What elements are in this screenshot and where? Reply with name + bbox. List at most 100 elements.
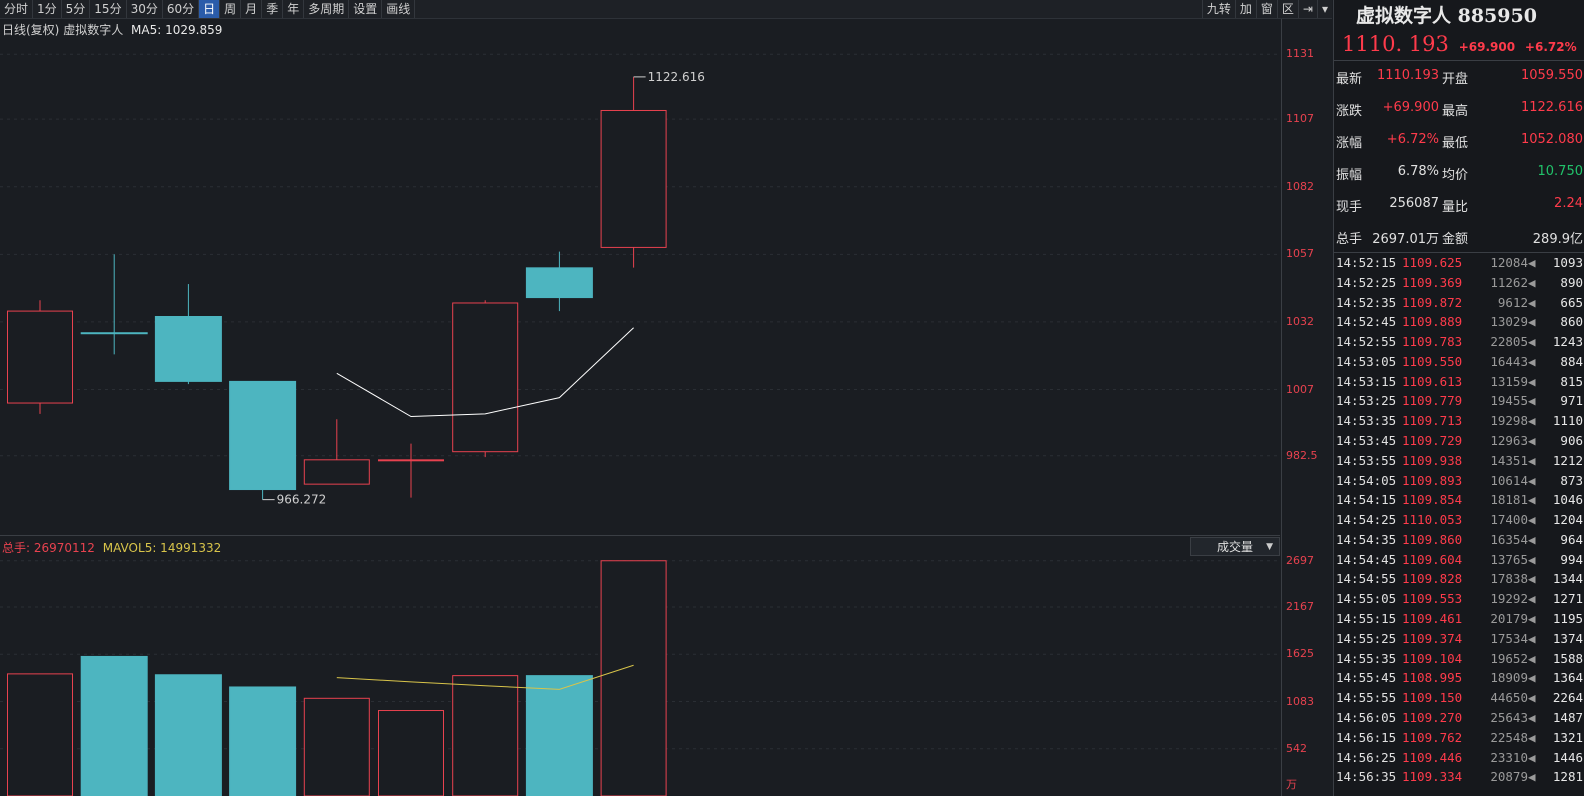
tick-price: 1109.779 xyxy=(1402,393,1463,409)
quote-row: 振幅 6.78% 均价 10.750 xyxy=(1334,164,1584,196)
tick-count: 1588 xyxy=(1552,650,1583,666)
price-tick-label: 1107 xyxy=(1286,112,1314,126)
tick-price: 1109.729 xyxy=(1402,433,1463,449)
tick-count: 906 xyxy=(1560,433,1583,449)
price-change-pct: +6.72% xyxy=(1524,40,1577,54)
tick-volume: 13765 xyxy=(1490,551,1528,567)
volume-bar xyxy=(378,710,444,796)
tick-count: 884 xyxy=(1560,353,1583,369)
volume-bar xyxy=(80,655,148,796)
tick-time: 14:53:45 xyxy=(1336,433,1397,449)
candle-body xyxy=(525,267,593,299)
tick-count: 964 xyxy=(1560,531,1583,547)
tick-volume: 19455 xyxy=(1490,393,1528,409)
tick-row: 14:54:05 1109.893 10614 ◀ 873 xyxy=(1334,473,1584,493)
volume-bar xyxy=(229,686,297,796)
volume-bar xyxy=(525,675,593,796)
tick-volume: 44650 xyxy=(1490,690,1528,706)
tick-volume: 11262 xyxy=(1490,274,1528,290)
tick-time: 14:54:15 xyxy=(1336,492,1397,508)
quote-value: +6.72% xyxy=(1386,132,1439,147)
tick-row: 14:53:45 1109.729 12963 ◀ 906 xyxy=(1334,433,1584,453)
tick-row: 14:52:25 1109.369 11262 ◀ 890 xyxy=(1334,275,1584,295)
arrow-left-icon: ◀ xyxy=(1528,314,1536,330)
tick-volume: 13029 xyxy=(1490,314,1528,330)
tick-count: 1321 xyxy=(1552,729,1583,745)
tick-time: 14:53:25 xyxy=(1336,393,1397,409)
tick-time: 14:56:25 xyxy=(1336,749,1397,765)
quote-row: 现手 256087 量比 2.24 xyxy=(1334,196,1584,228)
arrow-left-icon: ◀ xyxy=(1528,512,1536,528)
tick-row: 14:53:25 1109.779 19455 ◀ 971 xyxy=(1334,393,1584,413)
tick-count: 2264 xyxy=(1552,690,1583,706)
arrow-left-icon: ◀ xyxy=(1528,650,1536,666)
tick-count: 1243 xyxy=(1552,334,1583,350)
mavol5-label: MAVOL5: 14991332 xyxy=(102,541,222,555)
tick-count: 1374 xyxy=(1552,630,1583,646)
quote-value: 10.750 xyxy=(1537,164,1584,179)
quote-row: 最新 1110.193 开盘 1059.550 xyxy=(1334,68,1584,100)
quote-label: 开盘 xyxy=(1442,72,1469,87)
price-tick-label: 1007 xyxy=(1286,382,1314,396)
tick-count: 1344 xyxy=(1552,571,1583,587)
tick-volume: 12963 xyxy=(1490,433,1528,449)
arrow-left-icon: ◀ xyxy=(1528,690,1536,706)
quote-label: 振幅 xyxy=(1336,168,1363,183)
tick-time: 14:55:15 xyxy=(1336,611,1397,627)
price-tick-label: 1032 xyxy=(1286,314,1314,328)
tick-row: 14:54:15 1109.854 18181 ◀ 1046 xyxy=(1334,492,1584,512)
candle-body xyxy=(229,380,297,491)
quote-value: 6.78% xyxy=(1397,164,1439,179)
tick-time: 14:53:55 xyxy=(1336,452,1397,468)
tick-row: 14:54:45 1109.604 13765 ◀ 994 xyxy=(1334,552,1584,572)
arrow-left-icon: ◀ xyxy=(1528,274,1536,290)
tick-price: 1108.995 xyxy=(1402,670,1463,686)
tick-volume: 9612 xyxy=(1497,294,1528,310)
quote-label: 现手 xyxy=(1336,200,1363,215)
tick-time: 14:56:35 xyxy=(1336,769,1397,785)
tick-count: 1195 xyxy=(1552,611,1583,627)
tick-price: 1109.461 xyxy=(1402,611,1463,627)
tick-count: 1093 xyxy=(1552,255,1583,270)
volume-tick-label: 1083 xyxy=(1286,694,1314,708)
arrow-left-icon: ◀ xyxy=(1528,571,1536,587)
arrow-left-icon: ◀ xyxy=(1528,334,1536,350)
tick-time: 14:55:45 xyxy=(1336,670,1397,686)
arrow-left-icon: ◀ xyxy=(1528,551,1536,567)
indicator-select-label: 成交量 xyxy=(1217,540,1254,554)
tick-row: 14:53:05 1109.550 16443 ◀ 884 xyxy=(1334,354,1584,374)
volume-bar xyxy=(7,673,73,796)
tick-row: 14:56:05 1109.270 25643 ◀ 1487 xyxy=(1334,710,1584,730)
tick-volume: 18909 xyxy=(1490,670,1528,686)
tick-price: 1109.625 xyxy=(1402,255,1463,270)
tick-count: 994 xyxy=(1560,551,1583,567)
tick-price: 1109.854 xyxy=(1402,492,1463,508)
kline-chart[interactable]: 1122.616 966.272 xyxy=(0,0,1281,796)
volume-unit-label: 万 xyxy=(1286,778,1297,791)
tick-time: 14:55:55 xyxy=(1336,690,1397,706)
tick-row: 14:56:25 1109.446 23310 ◀ 1446 xyxy=(1334,750,1584,770)
tick-row: 14:54:25 1110.053 17400 ◀ 1204 xyxy=(1334,512,1584,532)
quote-label: 金额 xyxy=(1442,232,1469,247)
tick-volume: 16354 xyxy=(1490,531,1528,547)
tick-volume: 22548 xyxy=(1490,729,1528,745)
tick-price: 1109.783 xyxy=(1402,334,1463,350)
tick-price: 1109.872 xyxy=(1402,294,1463,310)
dropdown-icon[interactable]: ▾ xyxy=(1316,0,1332,18)
tick-time: 14:52:25 xyxy=(1336,274,1397,290)
tick-time: 14:55:05 xyxy=(1336,591,1397,607)
tick-price: 1109.828 xyxy=(1402,571,1463,587)
candle-body xyxy=(303,459,370,485)
quote-label: 最新 xyxy=(1336,72,1363,87)
arrow-left-icon: ◀ xyxy=(1528,729,1536,745)
indicator-select[interactable]: 成交量 ▼ xyxy=(1190,537,1280,556)
arrow-left-icon: ◀ xyxy=(1528,413,1536,429)
quote-label: 总手 xyxy=(1336,232,1363,247)
tick-price: 1109.270 xyxy=(1402,709,1463,725)
pin-icon[interactable]: ⇥ xyxy=(1297,0,1317,18)
arrow-left-icon: ◀ xyxy=(1528,709,1536,725)
arrow-left-icon: ◀ xyxy=(1528,373,1536,389)
tick-count: 1487 xyxy=(1552,709,1583,725)
quote-value: 1110.193 xyxy=(1376,68,1439,83)
tick-volume: 20179 xyxy=(1490,611,1528,627)
